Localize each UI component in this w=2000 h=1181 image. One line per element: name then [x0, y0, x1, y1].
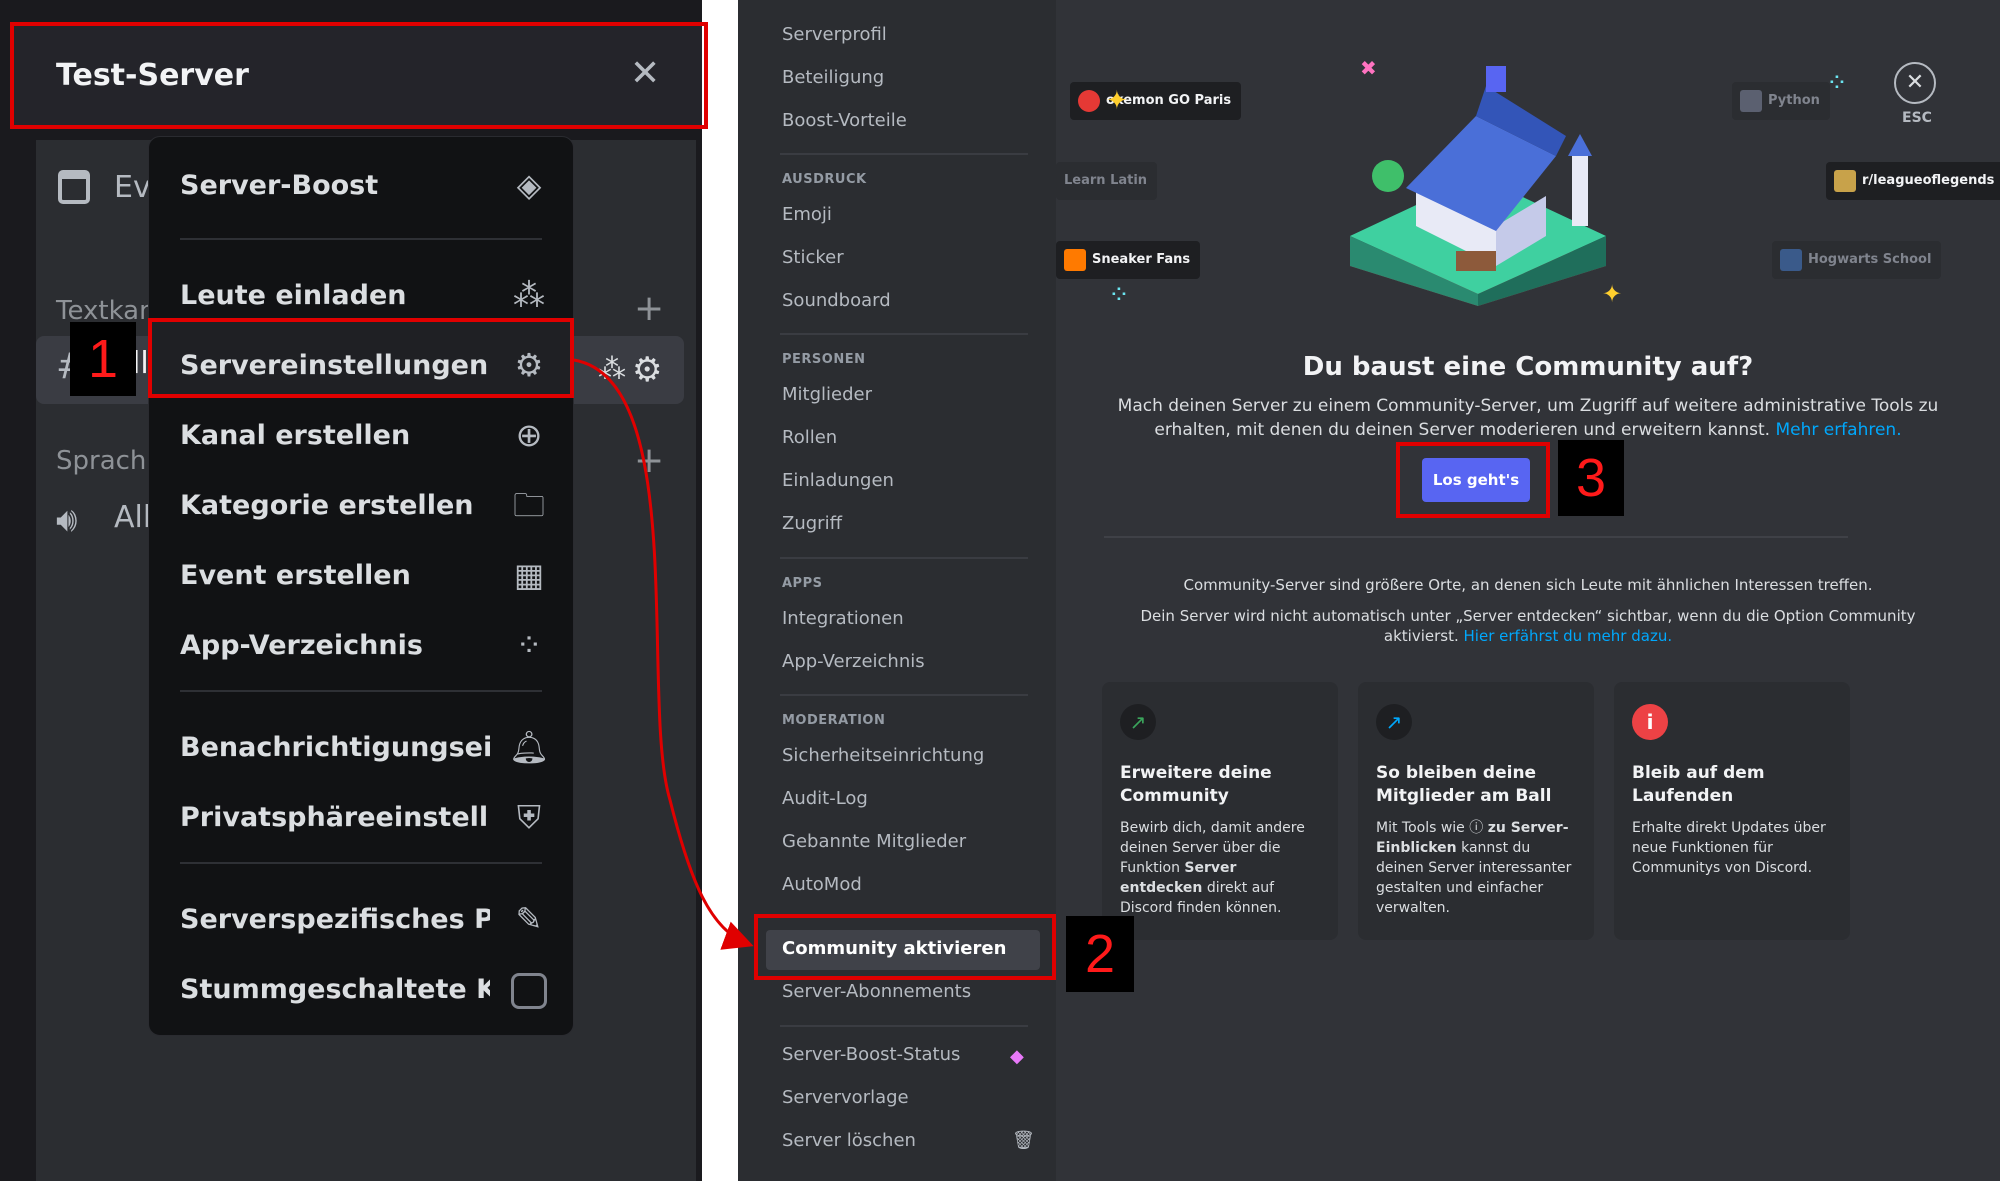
annotation-arrow [573, 358, 754, 950]
